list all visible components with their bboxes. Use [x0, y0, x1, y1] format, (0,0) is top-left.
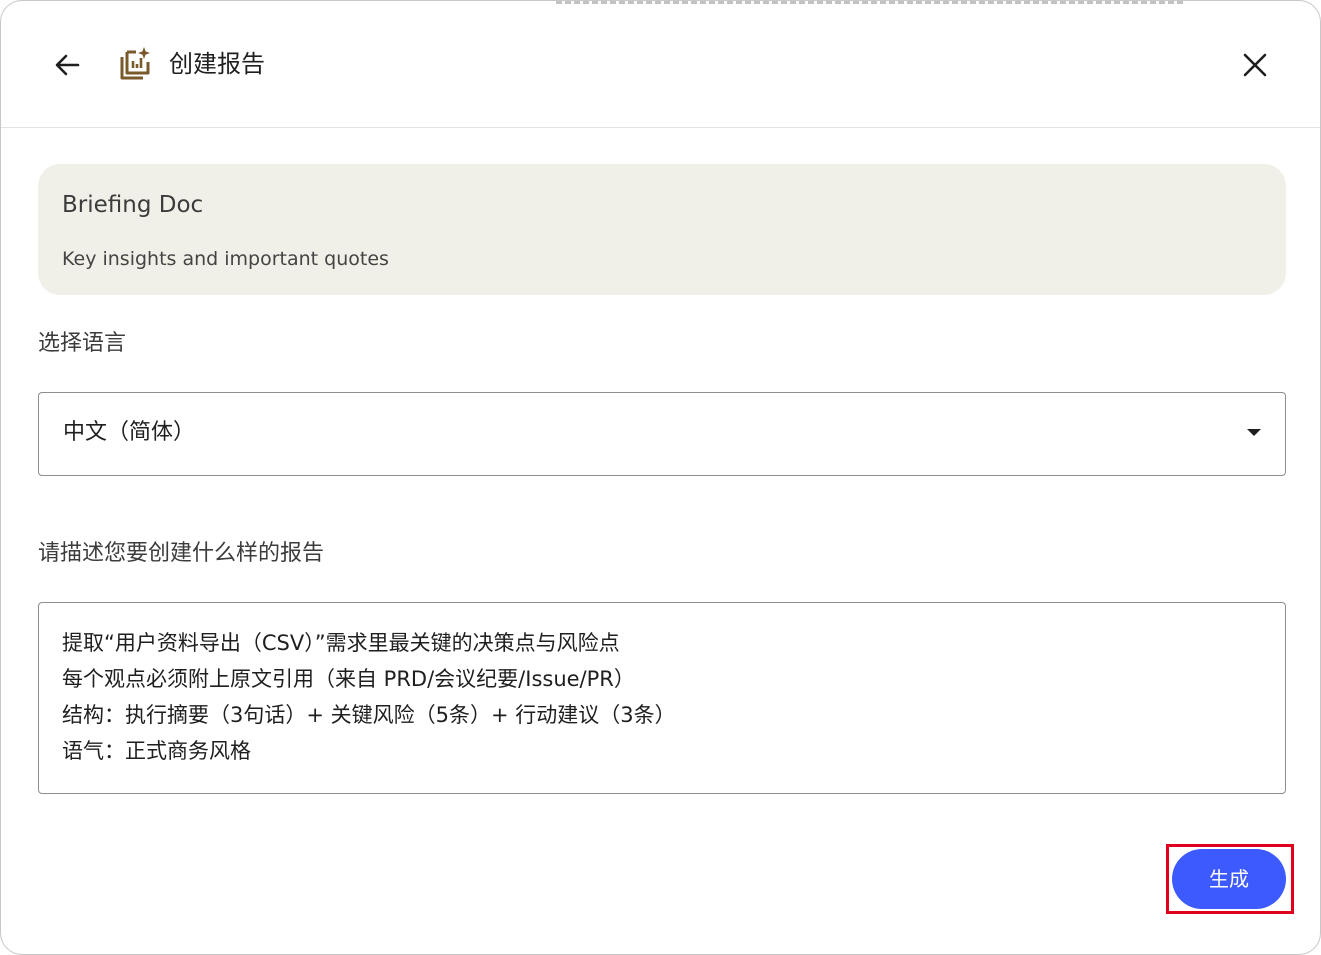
card-subtitle: Key insights and important quotes: [62, 248, 389, 270]
briefing-doc-card[interactable]: Briefing Doc Key insights and important …: [38, 164, 1286, 295]
close-icon: [1243, 53, 1267, 77]
arrow-back-icon: [55, 54, 80, 76]
textarea-line: 语气：正式商务风格: [62, 739, 251, 763]
textarea-line: 每个观点必须附上原文引用（来自 PRD/会议纪要/Issue/PR）: [62, 667, 635, 691]
card-title: Briefing Doc: [62, 192, 204, 218]
dialog-header: 创建报告: [1, 1, 1320, 128]
language-label: 选择语言: [38, 331, 127, 356]
report-sparkle-icon: [120, 47, 150, 80]
textarea-content: 提取“用户资料导出（CSV）”需求里最关键的决策点与风险点 每个观点必须附上原文…: [62, 625, 1265, 769]
language-select[interactable]: 中文（简体）: [38, 392, 1286, 476]
back-button[interactable]: [45, 43, 89, 87]
textarea-line: 提取“用户资料导出（CSV）”需求里最关键的决策点与风险点: [62, 631, 620, 655]
report-description-textarea[interactable]: 提取“用户资料导出（CSV）”需求里最关键的决策点与风险点 每个观点必须附上原文…: [38, 602, 1286, 794]
textarea-line: 结构：执行摘要（3句话）+ 关键风险（5条）+ 行动建议（3条）: [62, 703, 676, 727]
create-report-dialog: 创建报告 Briefing Doc Key insights and impor…: [0, 0, 1321, 955]
dialog-title: 创建报告: [169, 50, 265, 78]
dropdown-arrow-icon: [1247, 429, 1261, 436]
language-selected-value: 中文（简体）: [63, 420, 196, 445]
generate-button[interactable]: 生成: [1172, 849, 1286, 909]
description-label: 请描述您要创建什么样的报告: [38, 541, 325, 566]
close-button[interactable]: [1233, 43, 1277, 87]
